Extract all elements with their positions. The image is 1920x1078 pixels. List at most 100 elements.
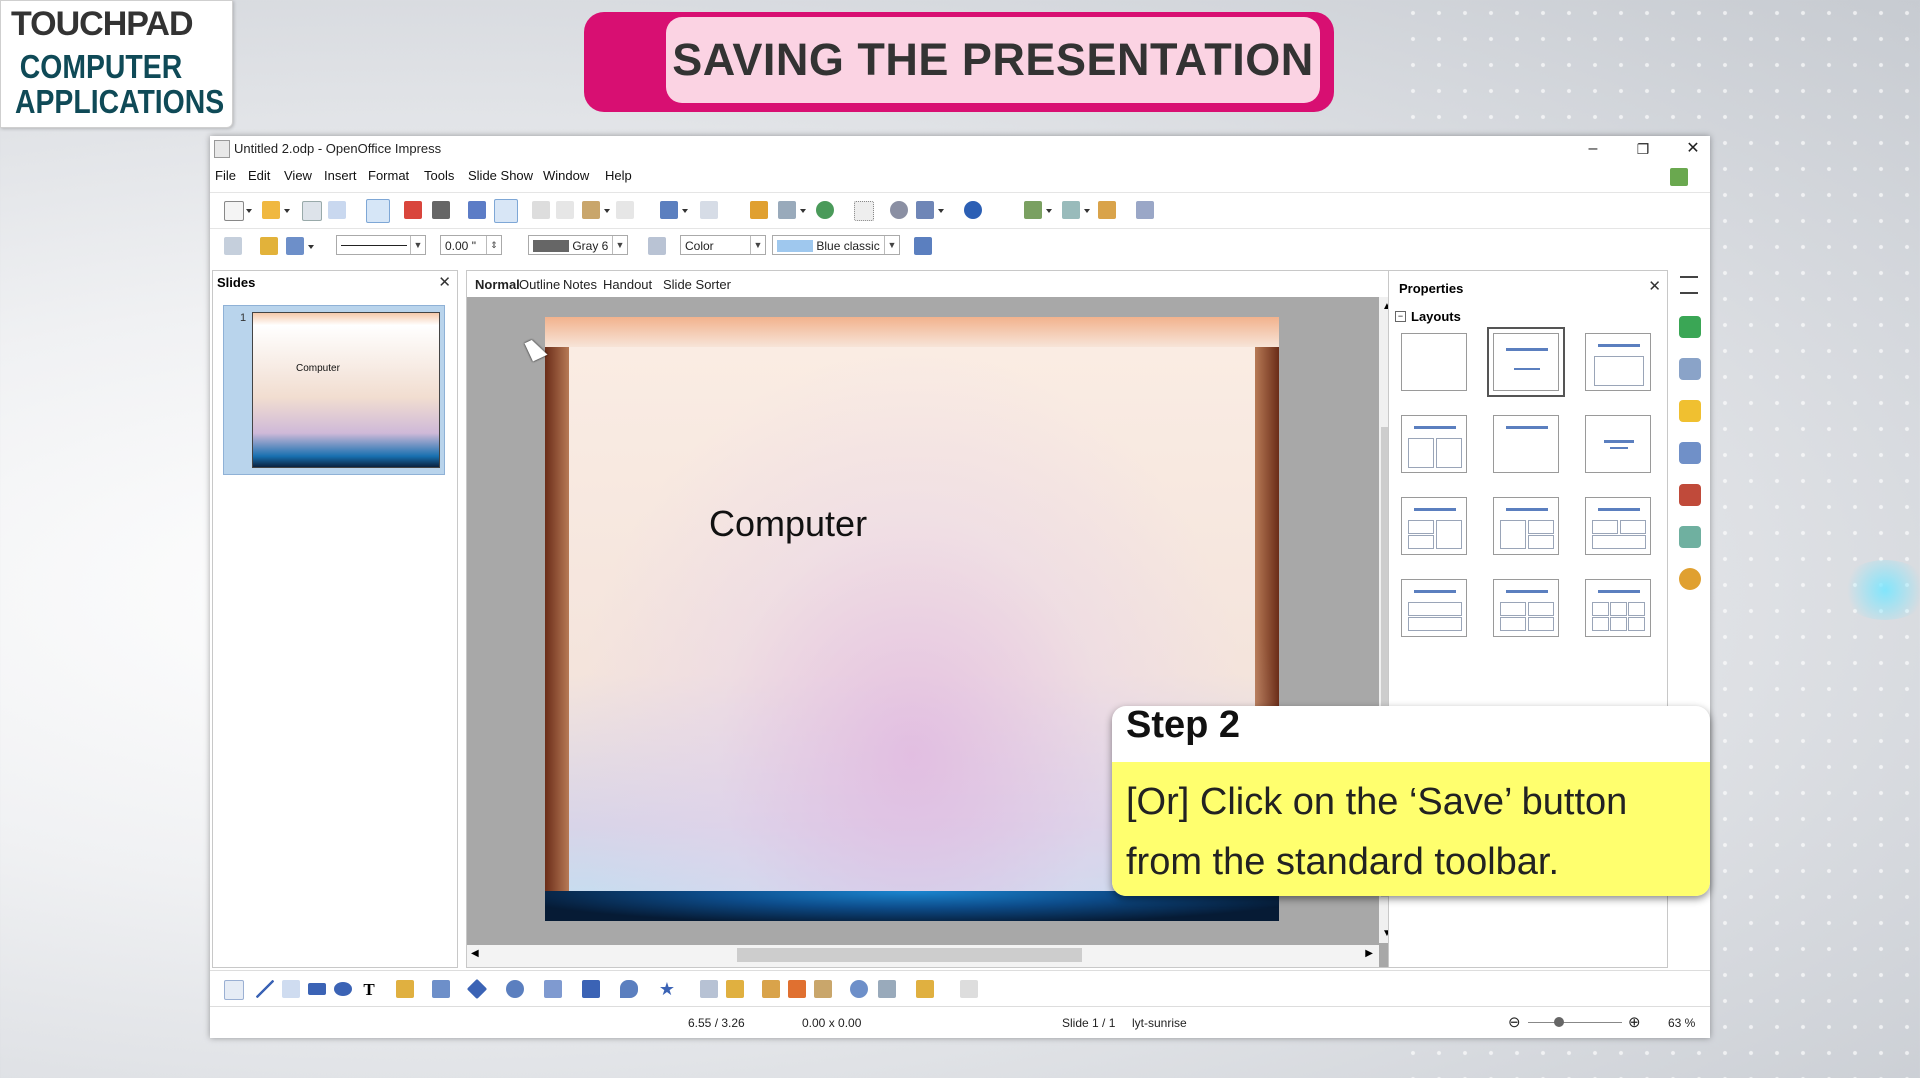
shadow-icon[interactable] [914, 237, 932, 255]
layout-title-2-content-b[interactable] [1493, 497, 1559, 555]
menu-window[interactable]: Window [543, 168, 589, 183]
open-dropdown-icon[interactable] [284, 209, 290, 213]
zoom-slider[interactable] [1528, 1017, 1622, 1027]
tab-normal[interactable]: Normal [475, 277, 520, 292]
help-icon[interactable] [964, 201, 982, 219]
slide-show-icon[interactable] [1136, 201, 1154, 219]
insert-image-icon[interactable] [814, 980, 832, 998]
tab-slide-sorter[interactable]: Slide Sorter [663, 277, 731, 292]
zoom-level[interactable]: 63 % [1668, 1016, 1695, 1030]
zoom-out-icon[interactable]: ⊖ [1508, 1013, 1521, 1031]
curve-icon[interactable] [396, 980, 414, 998]
layout-title-content-over-content[interactable] [1401, 579, 1467, 637]
styles-deck-icon[interactable] [1679, 484, 1701, 506]
symbol-shapes-icon[interactable] [506, 980, 524, 998]
menu-format[interactable]: Format [368, 168, 409, 183]
slide-dropdown-icon[interactable] [1046, 209, 1052, 213]
layout-title-content-2[interactable] [1401, 497, 1467, 555]
tab-notes[interactable]: Notes [563, 277, 597, 292]
layout-title-6-content[interactable] [1585, 579, 1651, 637]
extension-update-icon[interactable] [1670, 168, 1688, 186]
chart-icon[interactable] [750, 201, 768, 219]
layout-title-only[interactable] [1493, 415, 1559, 473]
ellipse-icon[interactable] [334, 982, 352, 996]
area-color-select[interactable]: Blue classic ▼ [772, 235, 900, 255]
layout-title-4-content[interactable] [1493, 579, 1559, 637]
new-dropdown-icon[interactable] [246, 209, 252, 213]
menu-help[interactable]: Help [605, 168, 632, 183]
slide-layout-icon[interactable] [1062, 201, 1080, 219]
tab-outline[interactable]: Outline [519, 277, 560, 292]
menu-tools[interactable]: Tools [424, 168, 454, 183]
spellcheck-icon[interactable] [468, 201, 486, 219]
line-icon[interactable] [260, 237, 278, 255]
clone-formatting-icon[interactable] [616, 201, 634, 219]
rotate-icon[interactable] [850, 980, 868, 998]
slide-icon[interactable] [1024, 201, 1042, 219]
scroll-left-icon[interactable]: ◀ [471, 948, 479, 959]
cut-icon[interactable] [532, 201, 550, 219]
navigator-deck-icon[interactable] [1679, 568, 1701, 590]
layout-title-2-over-content[interactable] [1585, 497, 1651, 555]
sidebar-menu-icon[interactable] [1680, 276, 1698, 294]
layout-dropdown-icon[interactable] [1084, 209, 1090, 213]
zoom-in-icon[interactable]: ⊕ [1628, 1013, 1641, 1031]
area-style-select[interactable]: Color ▼ [680, 235, 766, 255]
line-width-field[interactable]: 0.00 " ⇕ [440, 235, 502, 255]
redo-icon[interactable] [700, 201, 718, 219]
line-tool-icon[interactable] [256, 980, 274, 998]
close-icon[interactable]: ✕ [438, 273, 451, 291]
arrange-icon[interactable] [916, 980, 934, 998]
fontwork-icon[interactable] [726, 980, 744, 998]
zoom-slider-handle[interactable] [1554, 1017, 1564, 1027]
save-icon[interactable] [302, 201, 322, 221]
paste-icon[interactable] [582, 201, 600, 219]
arrow-tool-icon[interactable] [282, 980, 300, 998]
area-style-icon[interactable] [648, 237, 666, 255]
layout-blank[interactable] [1401, 333, 1467, 391]
undo-dropdown-icon[interactable] [682, 209, 688, 213]
close-button[interactable]: ✕ [1670, 136, 1716, 162]
zoom-icon[interactable] [916, 201, 934, 219]
zoom-dropdown-icon[interactable] [938, 209, 944, 213]
horizontal-scroll-thumb[interactable] [737, 948, 1082, 962]
text-tool-icon[interactable]: T [360, 980, 378, 999]
tab-handout[interactable]: Handout [603, 277, 652, 292]
grid-icon[interactable] [854, 201, 874, 221]
block-arrows-icon[interactable] [544, 980, 562, 998]
hyperlink-icon[interactable] [816, 201, 834, 219]
undo-icon[interactable] [660, 201, 678, 219]
arrow-dropdown-icon[interactable] [308, 245, 314, 249]
properties-deck-icon[interactable] [1679, 316, 1701, 338]
stars-icon[interactable]: ★ [658, 980, 676, 998]
basic-shapes-icon[interactable] [466, 978, 488, 1000]
extrusion-icon[interactable] [960, 980, 978, 998]
new-document-icon[interactable] [224, 201, 244, 221]
menu-edit[interactable]: Edit [248, 168, 270, 183]
navigator-icon[interactable] [890, 201, 908, 219]
callouts-icon[interactable] [620, 980, 638, 998]
layout-title-slide[interactable] [1487, 327, 1565, 397]
autospellcheck-icon[interactable] [494, 199, 518, 223]
arrow-style-icon[interactable] [286, 237, 304, 255]
email-document-icon[interactable] [328, 201, 346, 219]
layout-title-content[interactable] [1585, 333, 1651, 391]
paste-dropdown-icon[interactable] [604, 209, 610, 213]
flowchart-icon[interactable] [582, 980, 600, 998]
restore-button[interactable]: ❐ [1620, 136, 1666, 162]
slide-transition-icon[interactable] [1679, 442, 1701, 464]
print-icon[interactable] [432, 201, 450, 219]
points-icon[interactable] [700, 980, 718, 998]
select-pointer-icon[interactable] [224, 980, 244, 1000]
from-file-icon[interactable] [762, 980, 780, 998]
layout-title-2-content[interactable] [1401, 415, 1467, 473]
line-color-select[interactable]: Gray 6 ▼ [528, 235, 628, 255]
copy-icon[interactable] [556, 201, 574, 219]
table-dropdown-icon[interactable] [800, 209, 806, 213]
styles-icon[interactable] [224, 237, 242, 255]
menu-file[interactable]: File [215, 168, 236, 183]
rectangle-icon[interactable] [308, 983, 326, 995]
menu-view[interactable]: View [284, 168, 312, 183]
master-pages-icon[interactable] [1679, 358, 1701, 380]
menu-insert[interactable]: Insert [324, 168, 357, 183]
